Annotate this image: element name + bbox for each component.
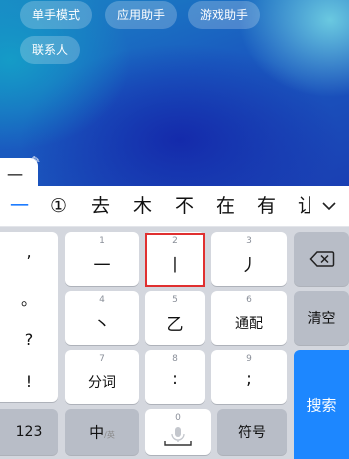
key-label: 丨 bbox=[166, 256, 184, 276]
key-label: 丶 bbox=[93, 315, 111, 335]
shortcut-contacts[interactable]: 联系人 bbox=[20, 36, 81, 64]
key-number: 7 bbox=[99, 354, 105, 364]
key-label: 中/英 bbox=[65, 422, 139, 443]
punct-key-exclaim[interactable]: ! bbox=[0, 372, 58, 391]
key-number: 3 bbox=[246, 236, 252, 246]
stroke-key-2[interactable]: 2 丨 bbox=[145, 232, 205, 286]
clear-key[interactable]: 清空 bbox=[294, 291, 349, 345]
symbols-key[interactable]: 符号 bbox=[217, 409, 287, 455]
shortcut-app-assistant[interactable]: 应用助手 bbox=[105, 1, 178, 29]
key-label: 乙 bbox=[166, 315, 184, 335]
delete-key[interactable] bbox=[294, 232, 349, 286]
backspace-icon bbox=[309, 251, 335, 267]
key-label: 符号 bbox=[238, 425, 266, 441]
space-key[interactable]: 0 bbox=[145, 409, 211, 455]
lang-main-label: 中 bbox=[89, 423, 105, 442]
key-number: 9 bbox=[246, 354, 252, 364]
key-label: : bbox=[172, 369, 178, 389]
key-number: 2 bbox=[172, 236, 178, 246]
stroke-key-3[interactable]: 3 丿 bbox=[211, 232, 287, 286]
key-number: 8 bbox=[172, 354, 178, 364]
punct-key-period[interactable]: 。 bbox=[0, 286, 58, 310]
pen-icon: ✎ bbox=[30, 154, 41, 167]
microphone-icon bbox=[164, 427, 192, 446]
candidate-item[interactable]: 让 bbox=[298, 193, 310, 219]
key-label: 123 bbox=[15, 424, 43, 440]
colon-key[interactable]: 8 : bbox=[145, 350, 205, 404]
key-number: 4 bbox=[99, 295, 105, 305]
key-number: 1 bbox=[99, 236, 105, 246]
composing-text-box: 一 ✎ bbox=[0, 154, 41, 186]
candidate-item[interactable]: 不 bbox=[175, 193, 194, 219]
search-key[interactable]: 搜索 bbox=[294, 350, 349, 459]
key-label: 通配 bbox=[235, 316, 263, 332]
punctuation-column: , 。 ? ! bbox=[0, 232, 58, 402]
stroke-key-1[interactable]: 1 一 bbox=[65, 232, 139, 286]
candidate-item[interactable]: ① bbox=[50, 193, 67, 219]
stroke-key-4[interactable]: 4 丶 bbox=[65, 291, 139, 345]
key-label: 丿 bbox=[240, 256, 258, 276]
key-label: 清空 bbox=[307, 311, 336, 327]
candidate-item[interactable]: 一 bbox=[10, 193, 29, 219]
candidate-item[interactable]: 木 bbox=[133, 193, 152, 219]
segment-key[interactable]: 7 分词 bbox=[65, 350, 139, 404]
key-label: 分词 bbox=[88, 375, 116, 391]
key-number: 6 bbox=[246, 295, 252, 305]
key-label: ; bbox=[246, 369, 252, 389]
lang-alt-label: /英 bbox=[104, 430, 115, 440]
candidate-item[interactable]: 在 bbox=[216, 193, 235, 219]
candidate-item[interactable]: 有 bbox=[257, 193, 276, 219]
wildcard-key[interactable]: 6 通配 bbox=[211, 291, 287, 345]
semicolon-key[interactable]: 9 ; bbox=[211, 350, 287, 404]
stroke-key-5[interactable]: 5 乙 bbox=[145, 291, 205, 345]
chevron-down-icon[interactable] bbox=[321, 198, 337, 214]
candidate-item[interactable]: 去 bbox=[91, 193, 110, 219]
shortcut-one-hand-mode[interactable]: 单手模式 bbox=[20, 1, 93, 29]
composing-text: 一 bbox=[7, 166, 24, 185]
candidate-bar: 一 ① 去 木 不 在 有 让 bbox=[0, 186, 349, 227]
number-mode-key[interactable]: 123 bbox=[0, 409, 58, 455]
language-switch-key[interactable]: 中/英 bbox=[65, 409, 139, 455]
key-number: 0 bbox=[175, 413, 181, 423]
shortcut-game-assistant[interactable]: 游戏助手 bbox=[188, 1, 261, 29]
punct-key-question[interactable]: ? bbox=[0, 330, 58, 349]
key-number: 5 bbox=[172, 295, 178, 305]
punct-key-comma[interactable]: , bbox=[0, 242, 58, 261]
key-label: 搜索 bbox=[306, 396, 337, 414]
key-label: 一 bbox=[93, 256, 111, 276]
